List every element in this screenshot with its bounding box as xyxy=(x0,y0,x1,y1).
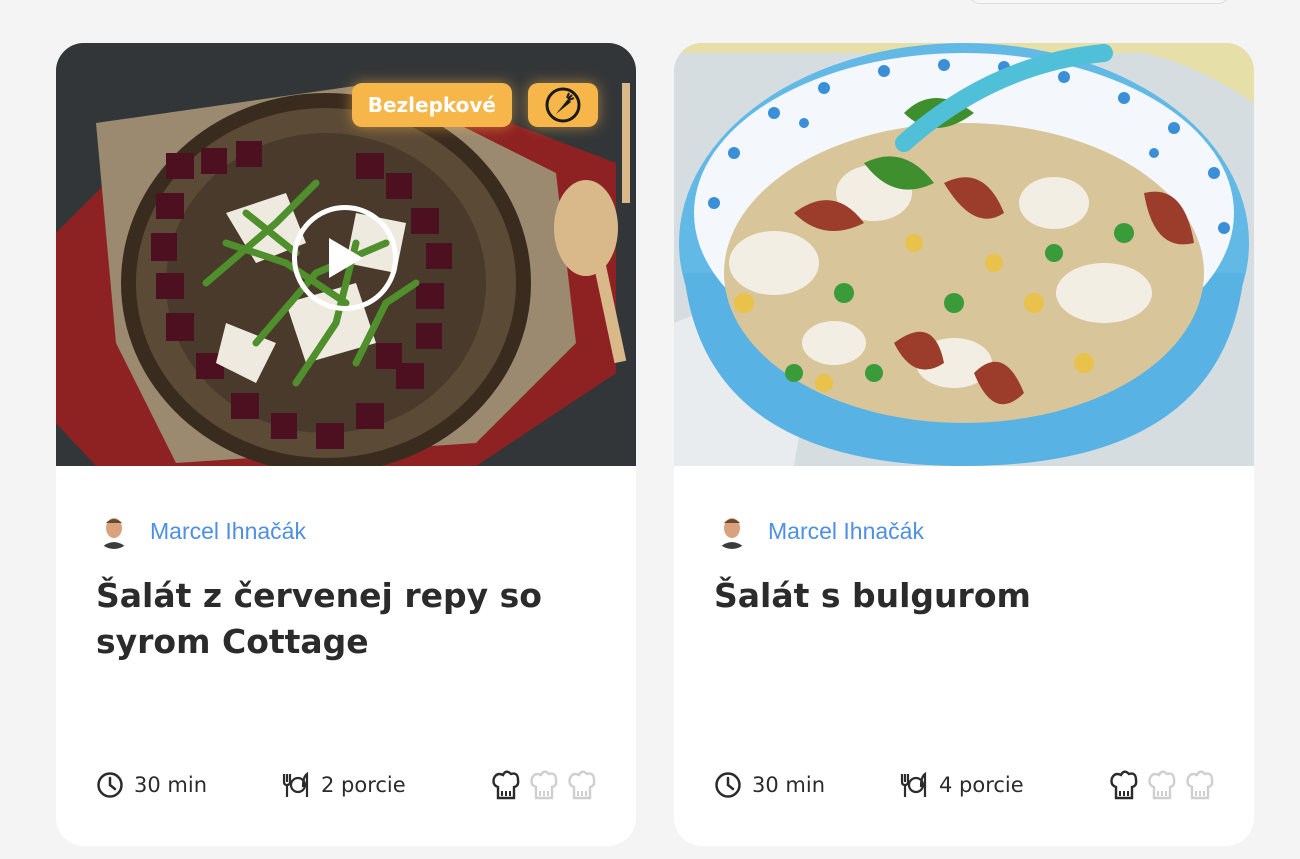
cutlery-icon xyxy=(282,771,309,797)
chef-hat-icon xyxy=(1148,770,1176,800)
prep-time-value: 30 min xyxy=(752,773,825,797)
recipe-meta: 30 min 4 porcie xyxy=(714,765,1214,805)
chef-hat-icon xyxy=(1186,770,1214,800)
chef-hat-icon xyxy=(1110,770,1138,800)
author[interactable]: Marcel Ihnačák xyxy=(714,513,924,549)
prep-time: 30 min xyxy=(96,771,281,799)
servings-value: 2 porcie xyxy=(321,773,406,797)
prep-time-value: 30 min xyxy=(134,773,207,797)
author-name[interactable]: Marcel Ihnačák xyxy=(768,518,924,545)
recipe-title[interactable]: Šalát z červenej repy so syrom Cottage xyxy=(96,573,596,665)
author-name[interactable]: Marcel Ihnačák xyxy=(150,518,306,545)
gluten-free-badge: Bezlepkové xyxy=(351,83,512,127)
chef-hat-icon xyxy=(492,770,520,800)
clock-icon xyxy=(97,772,123,798)
prep-time: 30 min xyxy=(714,771,899,799)
author-avatar xyxy=(96,513,132,549)
carrot-icon xyxy=(528,83,598,127)
servings: 2 porcie xyxy=(281,771,481,799)
bulgur-salad-image xyxy=(674,43,1254,466)
difficulty-rating xyxy=(1110,769,1214,801)
clock-icon xyxy=(715,772,741,798)
recipe-photo[interactable] xyxy=(674,43,1254,466)
recipe-card[interactable]: Bezlepkové Marcel Ihnačák Šalát z červen… xyxy=(56,43,636,846)
recipe-card[interactable]: Marcel Ihnačák Šalát s bulgurom 30 min 4… xyxy=(674,43,1254,846)
recipe-photo[interactable]: Bezlepkové xyxy=(56,43,636,466)
play-icon xyxy=(329,238,363,278)
recipe-meta: 30 min 2 porcie xyxy=(96,765,596,805)
chef-hat-icon xyxy=(568,770,596,800)
author[interactable]: Marcel Ihnačák xyxy=(96,513,306,549)
difficulty-rating xyxy=(492,769,596,801)
play-video-button[interactable] xyxy=(292,205,398,311)
search-box-edge[interactable] xyxy=(968,0,1230,4)
recipe-title[interactable]: Šalát s bulgurom xyxy=(714,573,1214,619)
author-avatar xyxy=(714,513,750,549)
servings: 4 porcie xyxy=(899,771,1099,799)
cutlery-icon xyxy=(900,771,927,797)
chef-hat-icon xyxy=(530,770,558,800)
diet-badges: Bezlepkové xyxy=(351,83,598,127)
servings-value: 4 porcie xyxy=(939,773,1024,797)
